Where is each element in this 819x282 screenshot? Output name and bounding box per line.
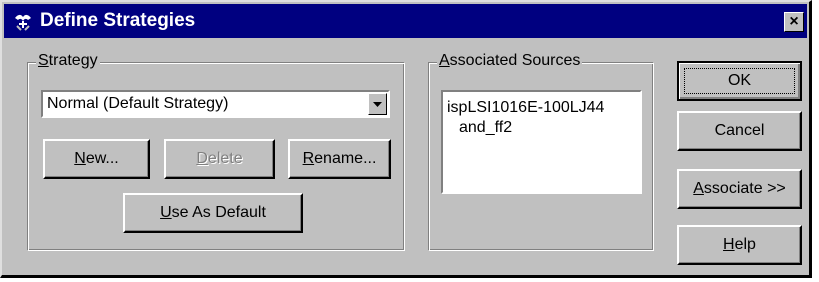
title-bar[interactable]: Define Strategies × [4,4,807,38]
strategy-app-icon [15,14,31,31]
rename-button[interactable]: Rename... [288,139,391,179]
new-button-label: New... [74,150,119,167]
close-icon: × [789,13,799,30]
define-strategies-dialog: Define Strategies × Strategy Normal (Def… [0,0,812,278]
associated-sources-label-rest: ssociated Sources [449,52,581,69]
associated-sources-label: Associated Sources [437,52,583,70]
window-title: Define Strategies [40,10,196,31]
delete-button-label: Delete [196,150,243,167]
ok-button-label: OK [727,72,752,89]
cancel-button-label: Cancel [714,122,765,139]
new-button-label-rest: ew... [85,150,119,167]
chevron-down-icon [373,102,382,107]
strategy-select-value: Normal (Default Strategy) [47,95,229,112]
close-button[interactable]: × [784,12,804,32]
source-item-module-label: and_ff2 [459,119,513,136]
strategy-group-label-rest: trategy [48,52,98,69]
use-as-default-button-label-rest: se As Default [171,204,266,221]
rename-button-label: Rename... [302,150,377,167]
help-button-label: Help [723,236,756,253]
help-button[interactable]: Help [677,225,802,265]
delete-button[interactable]: Delete [164,139,275,179]
associated-sources-list[interactable]: ispLSI1016E-100LJ44 and_ff2 [441,90,642,194]
help-button-label-rest: elp [734,236,756,253]
new-button[interactable]: New... [43,139,150,179]
strategy-group-label: Strategy [36,52,100,70]
use-as-default-button-label: Use As Default [160,204,266,221]
rename-button-label-rest: ename... [314,150,377,167]
dropdown-button[interactable] [368,93,387,115]
ok-button[interactable]: OK [677,61,802,101]
strategy-select[interactable]: Normal (Default Strategy) [41,90,390,118]
source-item-module[interactable]: and_ff2 [447,118,640,138]
cancel-button[interactable]: Cancel [677,111,802,151]
use-as-default-button[interactable]: Use As Default [123,193,303,233]
source-item-device[interactable]: ispLSI1016E-100LJ44 [447,98,640,118]
associate-button-label-rest: ssociate >> [703,180,786,197]
associate-button-label: Associate >> [693,180,786,197]
associate-button[interactable]: Associate >> [677,169,802,209]
delete-button-label-rest: elete [207,150,243,167]
